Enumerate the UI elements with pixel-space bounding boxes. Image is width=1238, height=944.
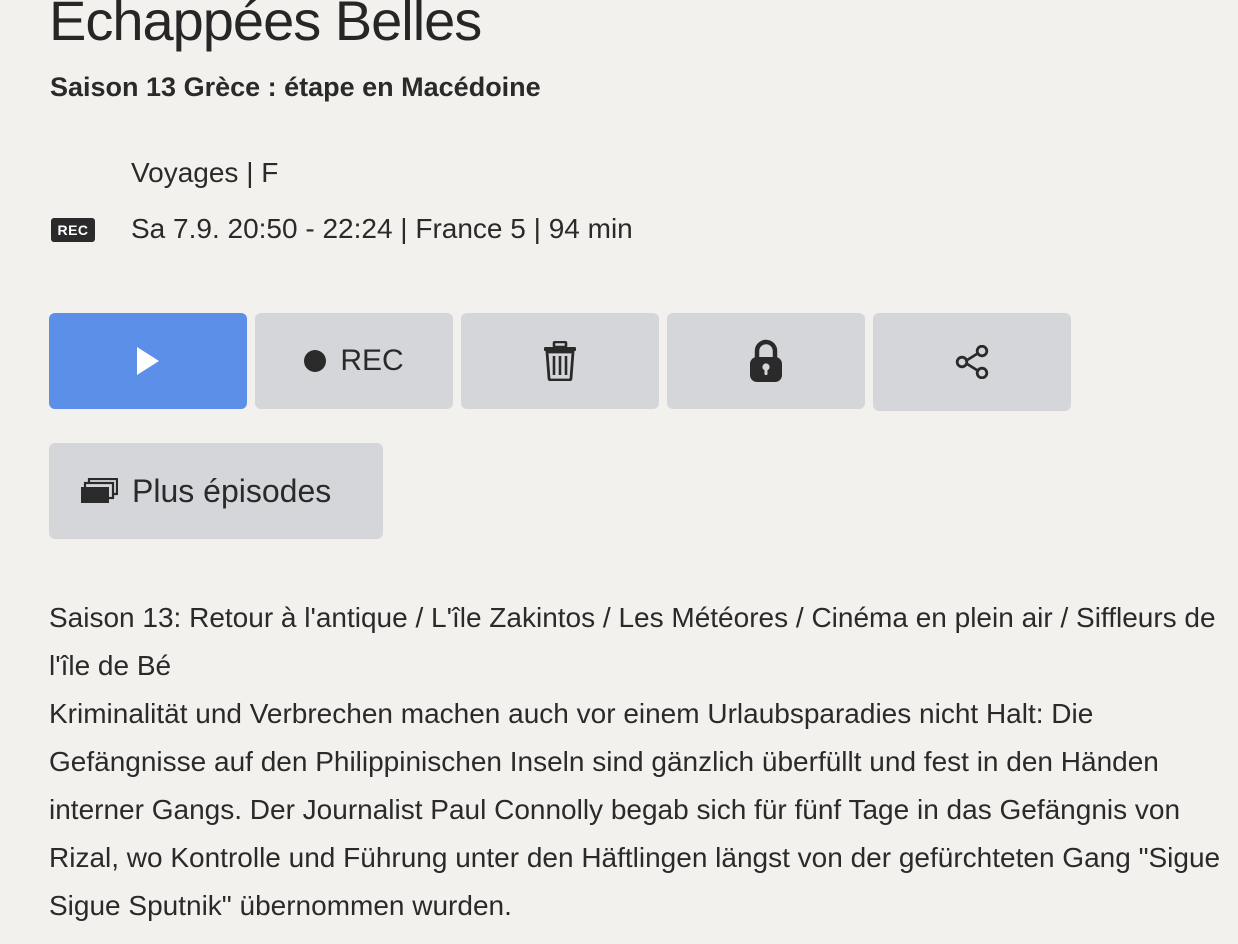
record-button-label: REC xyxy=(340,344,404,377)
program-title: Echappées Belles xyxy=(49,0,482,52)
rec-badge: REC xyxy=(51,218,95,242)
lock-button[interactable] xyxy=(667,313,865,409)
delete-button[interactable] xyxy=(461,313,659,409)
record-button[interactable]: REC xyxy=(255,313,453,409)
share-icon xyxy=(955,345,989,379)
stacked-episodes-icon xyxy=(80,478,118,504)
more-episodes-label: Plus épisodes xyxy=(132,472,332,509)
genre-line: Voyages | F xyxy=(131,157,279,188)
episode-subtitle: Saison 13 Grèce : étape en Macédoine xyxy=(50,72,541,102)
play-button[interactable] xyxy=(49,313,247,409)
program-description: Saison 13: Retour à l'antique / L'île Za… xyxy=(49,594,1229,930)
lock-icon xyxy=(749,339,783,383)
season-summary: Saison 13: Retour à l'antique / L'île Za… xyxy=(49,602,1216,681)
episode-synopsis: Kriminalität und Verbrechen machen auch … xyxy=(49,698,1221,921)
play-icon xyxy=(134,345,162,377)
more-episodes-button[interactable]: Plus épisodes xyxy=(49,443,383,539)
share-button[interactable] xyxy=(873,313,1071,411)
schedule-line: Sa 7.9. 20:50 - 22:24 | France 5 | 94 mi… xyxy=(131,213,633,244)
trash-icon xyxy=(543,341,577,381)
record-dot-icon xyxy=(304,350,327,372)
